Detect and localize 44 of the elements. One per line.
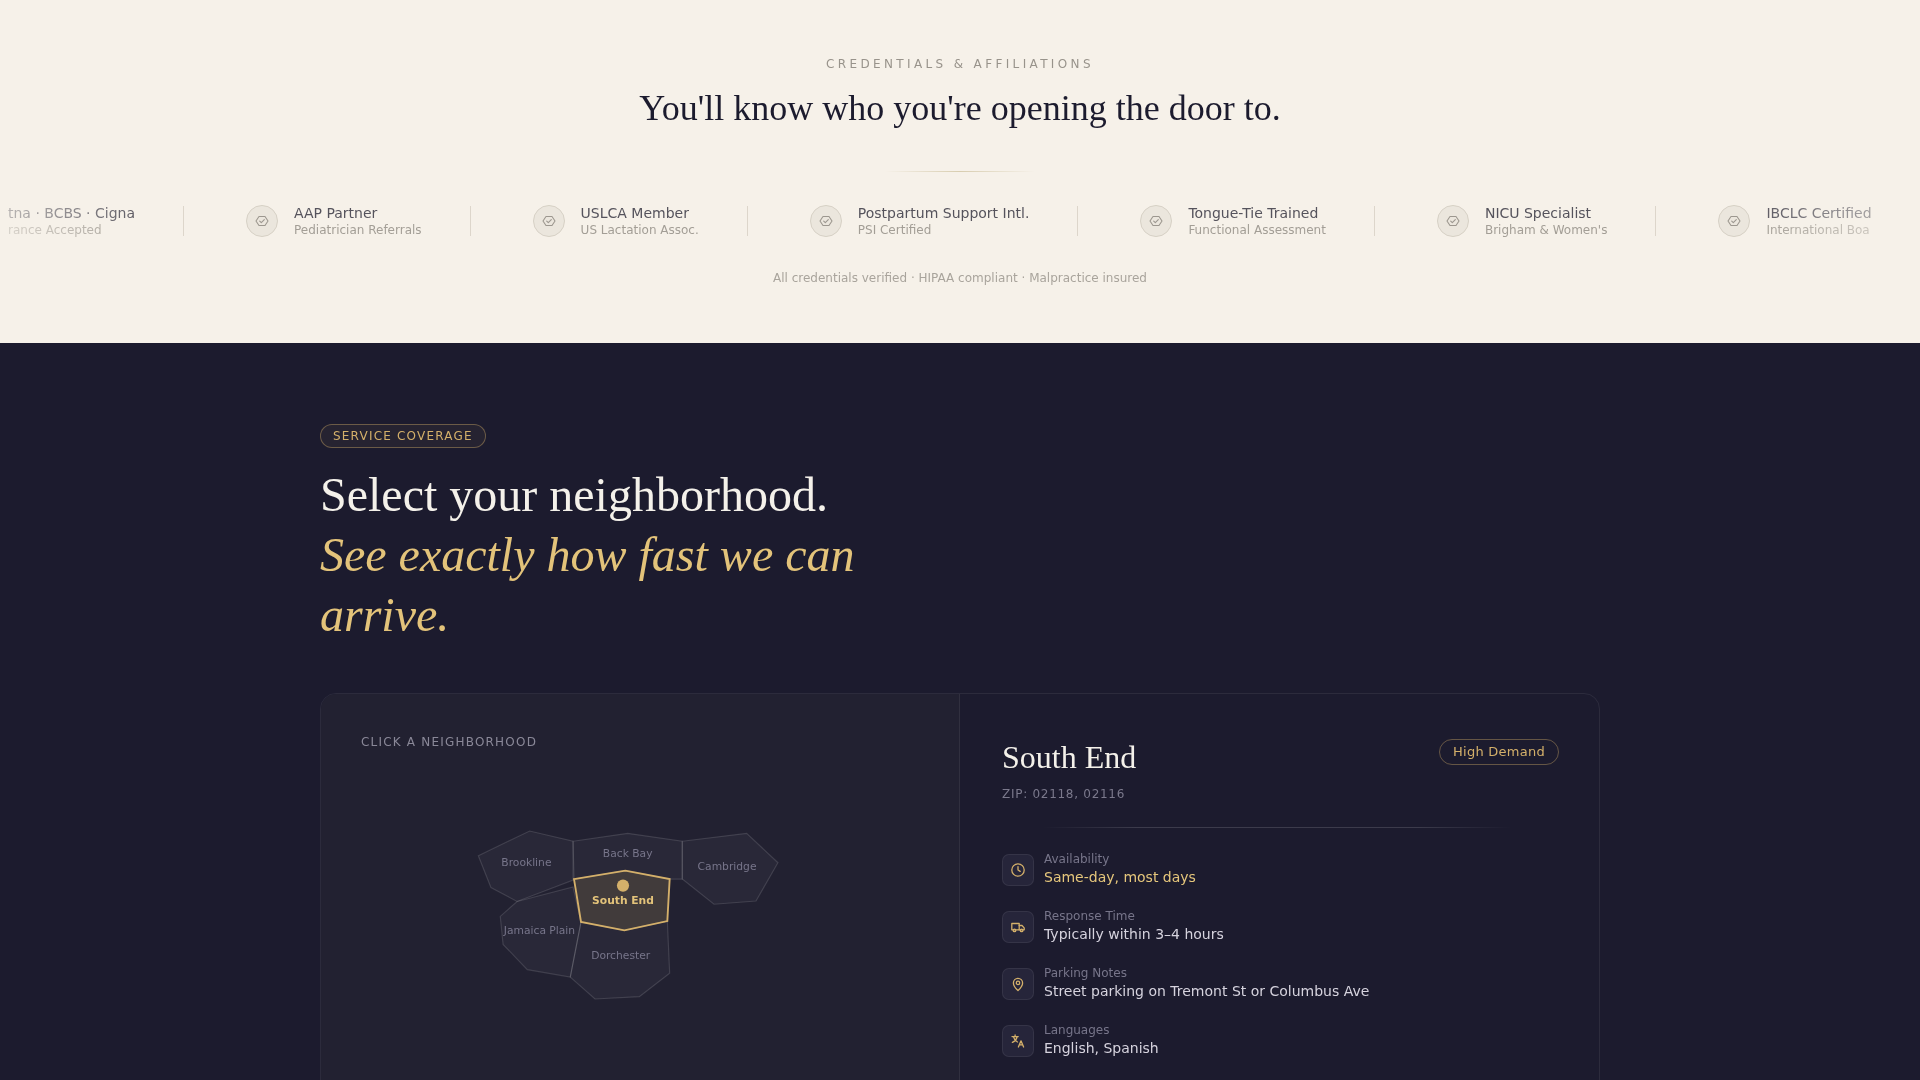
verified-badge-icon [809, 205, 842, 237]
credential-detail: Functional Assessment [1188, 222, 1326, 238]
map-instruction: CLICK A NEIGHBORHOOD [361, 734, 538, 750]
credentials-footnote: All credentials verified · HIPAA compliant · Malpractice insured [773, 271, 1147, 286]
credential-detail: US Lactation Assoc. [580, 222, 699, 238]
fact-value: Same-day, most days [1044, 868, 1196, 887]
map-region[interactable]: Back Bay [572, 832, 683, 880]
credential-name: NICU Specialist [1484, 204, 1592, 222]
verified-badge-icon [1140, 205, 1173, 237]
fact-label: Languages [1044, 1022, 1110, 1038]
fact-value: English, Spanish [1044, 1039, 1159, 1058]
translate-icon [1002, 1025, 1034, 1057]
fact-label: Response Time [1044, 908, 1135, 924]
credential-name: USLCA Member [580, 204, 689, 222]
fact-label: Parking Notes [1044, 965, 1127, 981]
heading-accent: See exactly how fast we can arrive. [320, 527, 856, 643]
map-region[interactable]: Jamaica Plain [499, 886, 582, 978]
zip-codes: ZIP: 02118, 02116 [1002, 786, 1126, 802]
fact-label: Availability [1044, 851, 1110, 867]
credential-detail: PSI Certified [857, 222, 932, 238]
section-eyebrow: CREDENTIALS & AFFILIATIONS [826, 57, 1094, 72]
verified-badge-icon [532, 205, 565, 237]
verified-badge-icon [1436, 205, 1469, 237]
map-pin-icon [1002, 968, 1034, 1000]
fact-value: Typically within 3–4 hours [1044, 925, 1224, 944]
clock-icon [1002, 854, 1034, 886]
credential-detail: Pediatrician Referrals [294, 222, 422, 238]
neighborhood-title: South End [1002, 738, 1137, 776]
fact-value: Street parking on Tremont St or Columbus Ave [1044, 982, 1370, 1001]
credential-name: IBCLC Certified [1766, 204, 1872, 222]
location-dot-icon [616, 879, 630, 892]
section-heading: Select your neighborhood. [320, 467, 828, 523]
credential-detail: Brigham & Women's [1484, 222, 1608, 238]
section-title: You'll know who you're opening the door to. [639, 87, 1281, 130]
map-region[interactable]: Cambridge [681, 832, 779, 905]
verified-badge-icon [246, 205, 279, 237]
section-tag: SERVICE COVERAGE [320, 424, 486, 448]
credential-name: Tongue-Tie Trained [1188, 204, 1319, 222]
credential-name: AAP Partner [294, 204, 378, 222]
verified-badge-icon [1718, 205, 1751, 237]
truck-icon [1002, 911, 1034, 943]
credential-name: Postpartum Support Intl. [857, 204, 1030, 222]
credential-name: tna · BCBS · Cigna [8, 204, 136, 222]
map-region[interactable]: Brookline [477, 830, 574, 903]
